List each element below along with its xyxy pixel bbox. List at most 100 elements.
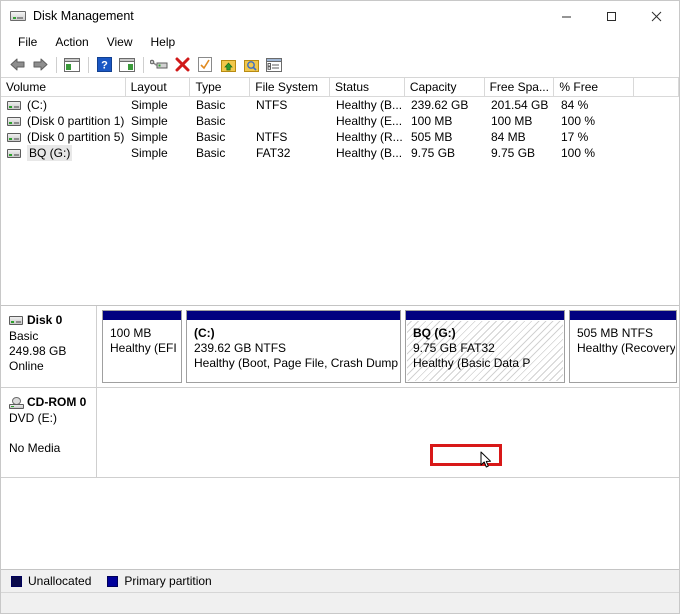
disk-name-row: Disk 0	[9, 313, 96, 328]
cdrom-empty-area	[97, 388, 679, 477]
drive-icon	[7, 133, 21, 142]
menu-help[interactable]: Help	[142, 33, 185, 51]
partition-status: Healthy (Boot, Page File, Crash Dump, Ba…	[194, 356, 394, 371]
disk-info-cdrom0[interactable]: CD-ROM 0 DVD (E:) No Media	[1, 388, 97, 477]
partition-status: Healthy (Basic Data P	[413, 356, 558, 371]
show-hide-console-tree-icon[interactable]	[61, 54, 83, 76]
legend-label-unallocated: Unallocated	[28, 574, 91, 588]
cell-status: Healthy (B...	[331, 97, 406, 113]
folder-up-icon[interactable]	[217, 54, 239, 76]
volume-list: Volume Layout Type File System Status Ca…	[1, 78, 679, 306]
column-header-percent-free[interactable]: % Free	[554, 78, 634, 96]
cell-type: Basic	[191, 145, 251, 161]
drive-icon	[7, 117, 21, 126]
cell-status: Healthy (B...	[331, 145, 406, 161]
menu-file[interactable]: File	[9, 33, 46, 51]
show-hide-action-pane-icon[interactable]	[116, 54, 138, 76]
partition-body: BQ (G:) 9.75 GB FAT32 Healthy (Basic Dat…	[406, 321, 564, 382]
maximize-button[interactable]	[589, 1, 634, 31]
cell-type: Basic	[191, 129, 251, 145]
disk-type: DVD (E:)	[9, 411, 96, 426]
partition-title: (C:)	[194, 326, 215, 340]
delete-icon[interactable]	[171, 54, 193, 76]
cell-volume: BQ (G:)	[1, 145, 126, 161]
partition-recovery[interactable]: 505 MB NTFS Healthy (Recovery P	[569, 310, 677, 383]
minimize-button[interactable]	[544, 1, 589, 31]
help-icon[interactable]: ?	[93, 54, 115, 76]
cell-layout: Simple	[126, 129, 191, 145]
disk-management-window: Disk Management File Action View Help	[0, 0, 680, 614]
partition-title: BQ (G:)	[413, 326, 456, 340]
partition-color-bar	[406, 311, 564, 321]
menu-action[interactable]: Action	[46, 33, 97, 51]
volume-label: BQ (G:)	[27, 145, 72, 161]
forward-icon[interactable]	[29, 54, 51, 76]
cell-status: Healthy (E...	[331, 113, 406, 129]
cell-layout: Simple	[126, 113, 191, 129]
partition-size: 239.62 GB NTFS	[194, 341, 394, 356]
legend: Unallocated Primary partition	[1, 569, 679, 592]
disk-name: CD-ROM 0	[27, 395, 86, 410]
cell-type: Basic	[191, 113, 251, 129]
cell-file-system: NTFS	[251, 97, 331, 113]
partition-status: Healthy (EFI S	[110, 341, 175, 356]
partition-size: 100 MB	[110, 326, 175, 341]
folder-search-icon[interactable]	[240, 54, 262, 76]
drive-icon	[7, 149, 21, 158]
partition-size: 9.75 GB FAT32	[413, 341, 558, 356]
rescan-disks-icon[interactable]	[148, 54, 170, 76]
list-view-icon[interactable]	[263, 54, 285, 76]
column-header-status[interactable]: Status	[330, 78, 405, 96]
disk-row-disk0: Disk 0 Basic 249.98 GB Online 100 MB Hea…	[1, 306, 679, 388]
graphical-view: Disk 0 Basic 249.98 GB Online 100 MB Hea…	[1, 306, 679, 569]
drive-icon	[7, 101, 21, 110]
table-row[interactable]: (Disk 0 partition 5) Simple Basic NTFS H…	[1, 129, 679, 145]
cell-file-system: NTFS	[251, 129, 331, 145]
column-header-layout[interactable]: Layout	[126, 78, 191, 96]
partition-efi[interactable]: 100 MB Healthy (EFI S	[102, 310, 182, 383]
properties-check-icon[interactable]	[194, 54, 216, 76]
disk-status: No Media	[9, 441, 96, 456]
partition-status: Healthy (Recovery P	[577, 341, 670, 356]
partition-area-disk0: 100 MB Healthy (EFI S (C:) 239.62 GB NTF…	[97, 306, 679, 387]
close-button[interactable]	[634, 1, 679, 31]
toolbar-separator	[56, 57, 57, 73]
title-bar: Disk Management	[1, 1, 679, 31]
toolbar: ?	[1, 52, 679, 78]
volume-list-header: Volume Layout Type File System Status Ca…	[1, 78, 679, 97]
column-header-file-system[interactable]: File System	[250, 78, 330, 96]
window-controls	[544, 1, 679, 31]
svg-text:?: ?	[101, 60, 108, 72]
column-header-capacity[interactable]: Capacity	[405, 78, 485, 96]
partition-body: 100 MB Healthy (EFI S	[103, 321, 181, 382]
disk-type: Basic	[9, 329, 96, 344]
disk-info-disk0[interactable]: Disk 0 Basic 249.98 GB Online	[1, 306, 97, 387]
menu-bar: File Action View Help	[1, 31, 679, 52]
column-header-volume[interactable]: Volume	[1, 78, 126, 96]
disk-size: 249.98 GB	[9, 344, 96, 359]
volume-label: (C:)	[27, 97, 47, 113]
legend-swatch-primary-partition	[107, 576, 118, 587]
cell-volume: (C:)	[1, 97, 126, 113]
cell-percent-free: 17 %	[556, 129, 636, 145]
back-icon[interactable]	[6, 54, 28, 76]
cell-capacity: 505 MB	[406, 129, 486, 145]
cell-layout: Simple	[126, 145, 191, 161]
column-header-type[interactable]: Type	[190, 78, 250, 96]
partition-color-bar	[187, 311, 400, 321]
cell-type: Basic	[191, 97, 251, 113]
cell-capacity: 100 MB	[406, 113, 486, 129]
cell-percent-free: 84 %	[556, 97, 636, 113]
cell-file-system: FAT32	[251, 145, 331, 161]
table-row[interactable]: (C:) Simple Basic NTFS Healthy (B... 239…	[1, 97, 679, 113]
table-row[interactable]: BQ (G:) Simple Basic FAT32 Healthy (B...…	[1, 145, 679, 161]
partition-c[interactable]: (C:) 239.62 GB NTFS Healthy (Boot, Page …	[186, 310, 401, 383]
menu-view[interactable]: View	[98, 33, 142, 51]
column-header-spare[interactable]	[634, 78, 679, 96]
partition-color-bar	[103, 311, 181, 321]
table-row[interactable]: (Disk 0 partition 1) Simple Basic Health…	[1, 113, 679, 129]
column-header-free-space[interactable]: Free Spa...	[485, 78, 555, 96]
disk-management-icon	[10, 8, 26, 24]
partition-bq-g[interactable]: BQ (G:) 9.75 GB FAT32 Healthy (Basic Dat…	[405, 310, 565, 383]
partition-body: (C:) 239.62 GB NTFS Healthy (Boot, Page …	[187, 321, 400, 382]
